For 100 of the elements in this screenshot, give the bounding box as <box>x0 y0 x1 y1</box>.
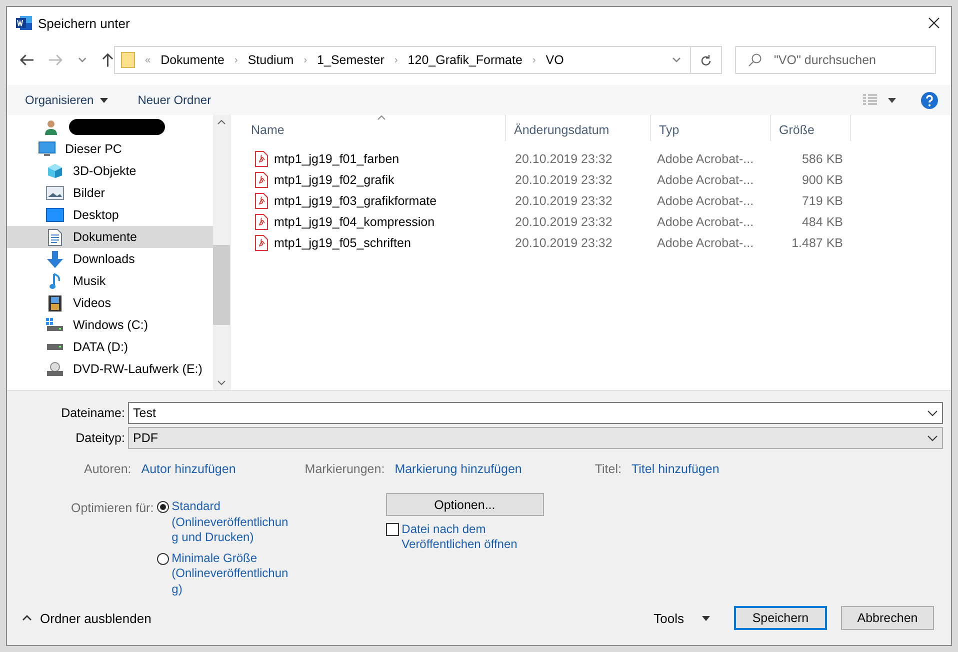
file-name[interactable]: mtp1_jg19_f01_farben <box>274 152 400 166</box>
window-title: Speichern unter <box>38 16 131 30</box>
monitor-icon <box>38 141 56 157</box>
chevron-up-icon <box>22 615 32 621</box>
drive-icon <box>46 343 64 351</box>
pdf-file-icon <box>255 214 268 230</box>
sidebar-item[interactable]: Dieser PC <box>7 138 213 160</box>
sidebar-label: Videos <box>73 296 111 310</box>
breadcrumb-item[interactable]: Studium <box>248 53 294 67</box>
metadata-label: Markierungen: <box>304 462 385 476</box>
optimize-option[interactable]: Minimale Größe (Onlineveröffentlichung) <box>156 550 297 597</box>
sidebar-item[interactable]: Bilder <box>7 182 213 204</box>
document-icon <box>48 228 62 246</box>
options-button[interactable]: Optionen... <box>386 493 544 516</box>
address-bar[interactable]: « Dokumente › Studium › 1_Semester › 120_Grafik_Formate › VO <box>114 46 722 74</box>
radio-label[interactable]: Minimale Größe (Onlineveröffentlichung) <box>172 550 290 597</box>
breadcrumb-item[interactable]: 120_Grafik_Formate <box>408 53 522 67</box>
up-arrow-icon[interactable] <box>100 52 114 68</box>
sidebar-item[interactable]: Downloads <box>7 248 213 270</box>
sidebar-label: Musik <box>73 274 106 288</box>
radio-button[interactable] <box>156 552 169 564</box>
dropdown-chevron-icon <box>927 410 938 416</box>
scroll-up-icon[interactable] <box>217 119 226 125</box>
pdf-file-icon <box>255 192 268 208</box>
cancel-button[interactable]: Abbrechen <box>841 606 934 630</box>
sidebar-item[interactable]: Musik <box>7 270 213 292</box>
sidebar-label: Downloads <box>73 252 135 266</box>
filetype-dropdown[interactable]: PDF <box>128 427 943 449</box>
radio-button[interactable] <box>156 501 169 513</box>
save-button[interactable]: Speichern <box>734 606 827 630</box>
optimize-option[interactable]: Standard (Onlineveröffentlichung und Drucken) <box>156 499 297 546</box>
refresh-icon[interactable] <box>700 54 712 66</box>
caret-icon[interactable] <box>888 98 896 102</box>
new-folder-button[interactable]: Neuer Ordner <box>138 90 212 110</box>
checkbox-label[interactable]: Datei nach dem Veröffentlichen öffnen <box>402 522 527 552</box>
table-cell-text: Adobe Acrobat-... <box>656 214 755 228</box>
column-header[interactable]: Typ <box>651 115 771 141</box>
scrollbar[interactable] <box>213 115 230 390</box>
hide-folders-toggle[interactable]: Ordner ausblenden <box>22 610 152 626</box>
search-placeholder: "VO" durchsuchen <box>774 53 876 67</box>
drive-icon <box>46 318 64 332</box>
radio-label[interactable]: Standard (Onlineveröffentlichung und Drucken) <box>172 499 290 546</box>
caret-icon <box>100 98 108 102</box>
dropdown-chevron-icon[interactable] <box>672 57 680 63</box>
pdf-file-icon <box>255 234 268 250</box>
search-field[interactable]: "VO" durchsuchen <box>735 46 936 74</box>
sidebar-item[interactable]: Videos <box>7 292 213 314</box>
help-icon[interactable] <box>921 92 938 108</box>
organize-menu-button[interactable]: Organisieren <box>25 90 108 110</box>
sidebar-item[interactable]: DATA (D:) <box>7 336 213 358</box>
scroll-down-icon[interactable] <box>217 380 226 386</box>
desktop-icon <box>46 208 64 222</box>
column-header[interactable]: Name <box>243 115 506 141</box>
view-options-icon[interactable] <box>862 93 878 107</box>
file-name[interactable]: mtp1_jg19_f04_kompression <box>274 214 435 228</box>
chevron-down-icon[interactable] <box>78 57 87 63</box>
folder-icon <box>121 52 135 68</box>
optimize-label: Optimieren für: <box>71 500 154 517</box>
sidebar-label: Dieser PC <box>65 142 122 156</box>
table-cell-text: 20.10.2019 23:32 <box>514 214 614 228</box>
sidebar-label: Windows (C:) <box>73 318 148 332</box>
sidebar-item[interactable]: Dokumente <box>7 226 213 248</box>
back-arrow-icon[interactable] <box>19 53 34 67</box>
breadcrumb-separator-icon: › <box>304 54 308 66</box>
breadcrumb-item[interactable]: 1_Semester <box>317 53 384 67</box>
breadcrumb-item[interactable]: Dokumente <box>160 53 224 67</box>
field-label: Dateityp: <box>74 431 126 445</box>
filename-field[interactable]: Test <box>128 402 943 424</box>
sidebar-label: DATA (D:) <box>73 340 128 354</box>
sidebar-item[interactable]: Desktop <box>7 204 213 226</box>
table-cell-text: 484 KB <box>800 214 843 228</box>
down-arrow-icon <box>47 250 63 268</box>
metadata-link[interactable]: Markierung hinzufügen <box>394 462 522 476</box>
music-note-icon <box>49 272 61 290</box>
sidebar-item[interactable]: DVD-RW-Laufwerk (E:) <box>7 358 213 380</box>
table-cell-text: 586 KB <box>800 152 843 166</box>
pdf-file-icon <box>255 172 268 188</box>
metadata-link[interactable]: Titel hinzufügen <box>631 462 720 476</box>
sidebar-item[interactable]: Windows (C:) <box>7 314 213 336</box>
breadcrumb-item[interactable]: VO <box>546 53 564 67</box>
search-icon <box>748 53 762 67</box>
disc-drive-icon <box>46 362 64 376</box>
column-header[interactable]: Größe <box>771 115 851 141</box>
column-header[interactable]: Änderungsdatum <box>506 115 651 141</box>
file-name[interactable]: mtp1_jg19_f03_grafikformate <box>274 194 437 208</box>
film-strip-icon <box>48 294 62 312</box>
table-cell-text: 20.10.2019 23:32 <box>514 152 614 166</box>
user-icon <box>43 119 59 135</box>
sidebar-item[interactable]: 3D-Objekte <box>7 160 213 182</box>
dropdown-chevron-icon <box>927 434 938 442</box>
file-name[interactable]: mtp1_jg19_f05_schriften <box>274 236 411 250</box>
metadata-link[interactable]: Autor hinzufügen <box>141 462 236 476</box>
pdf-file-icon <box>255 150 268 166</box>
tools-menu-button[interactable]: Tools <box>654 608 710 628</box>
sidebar-label: Dokumente <box>73 230 137 244</box>
metadata-label: Titel: <box>594 462 622 476</box>
checkbox[interactable] <box>386 523 399 536</box>
table-cell-text: Adobe Acrobat-... <box>656 152 755 166</box>
table-cell-text: Adobe Acrobat-... <box>656 236 755 250</box>
file-name[interactable]: mtp1_jg19_f02_grafik <box>274 172 394 186</box>
